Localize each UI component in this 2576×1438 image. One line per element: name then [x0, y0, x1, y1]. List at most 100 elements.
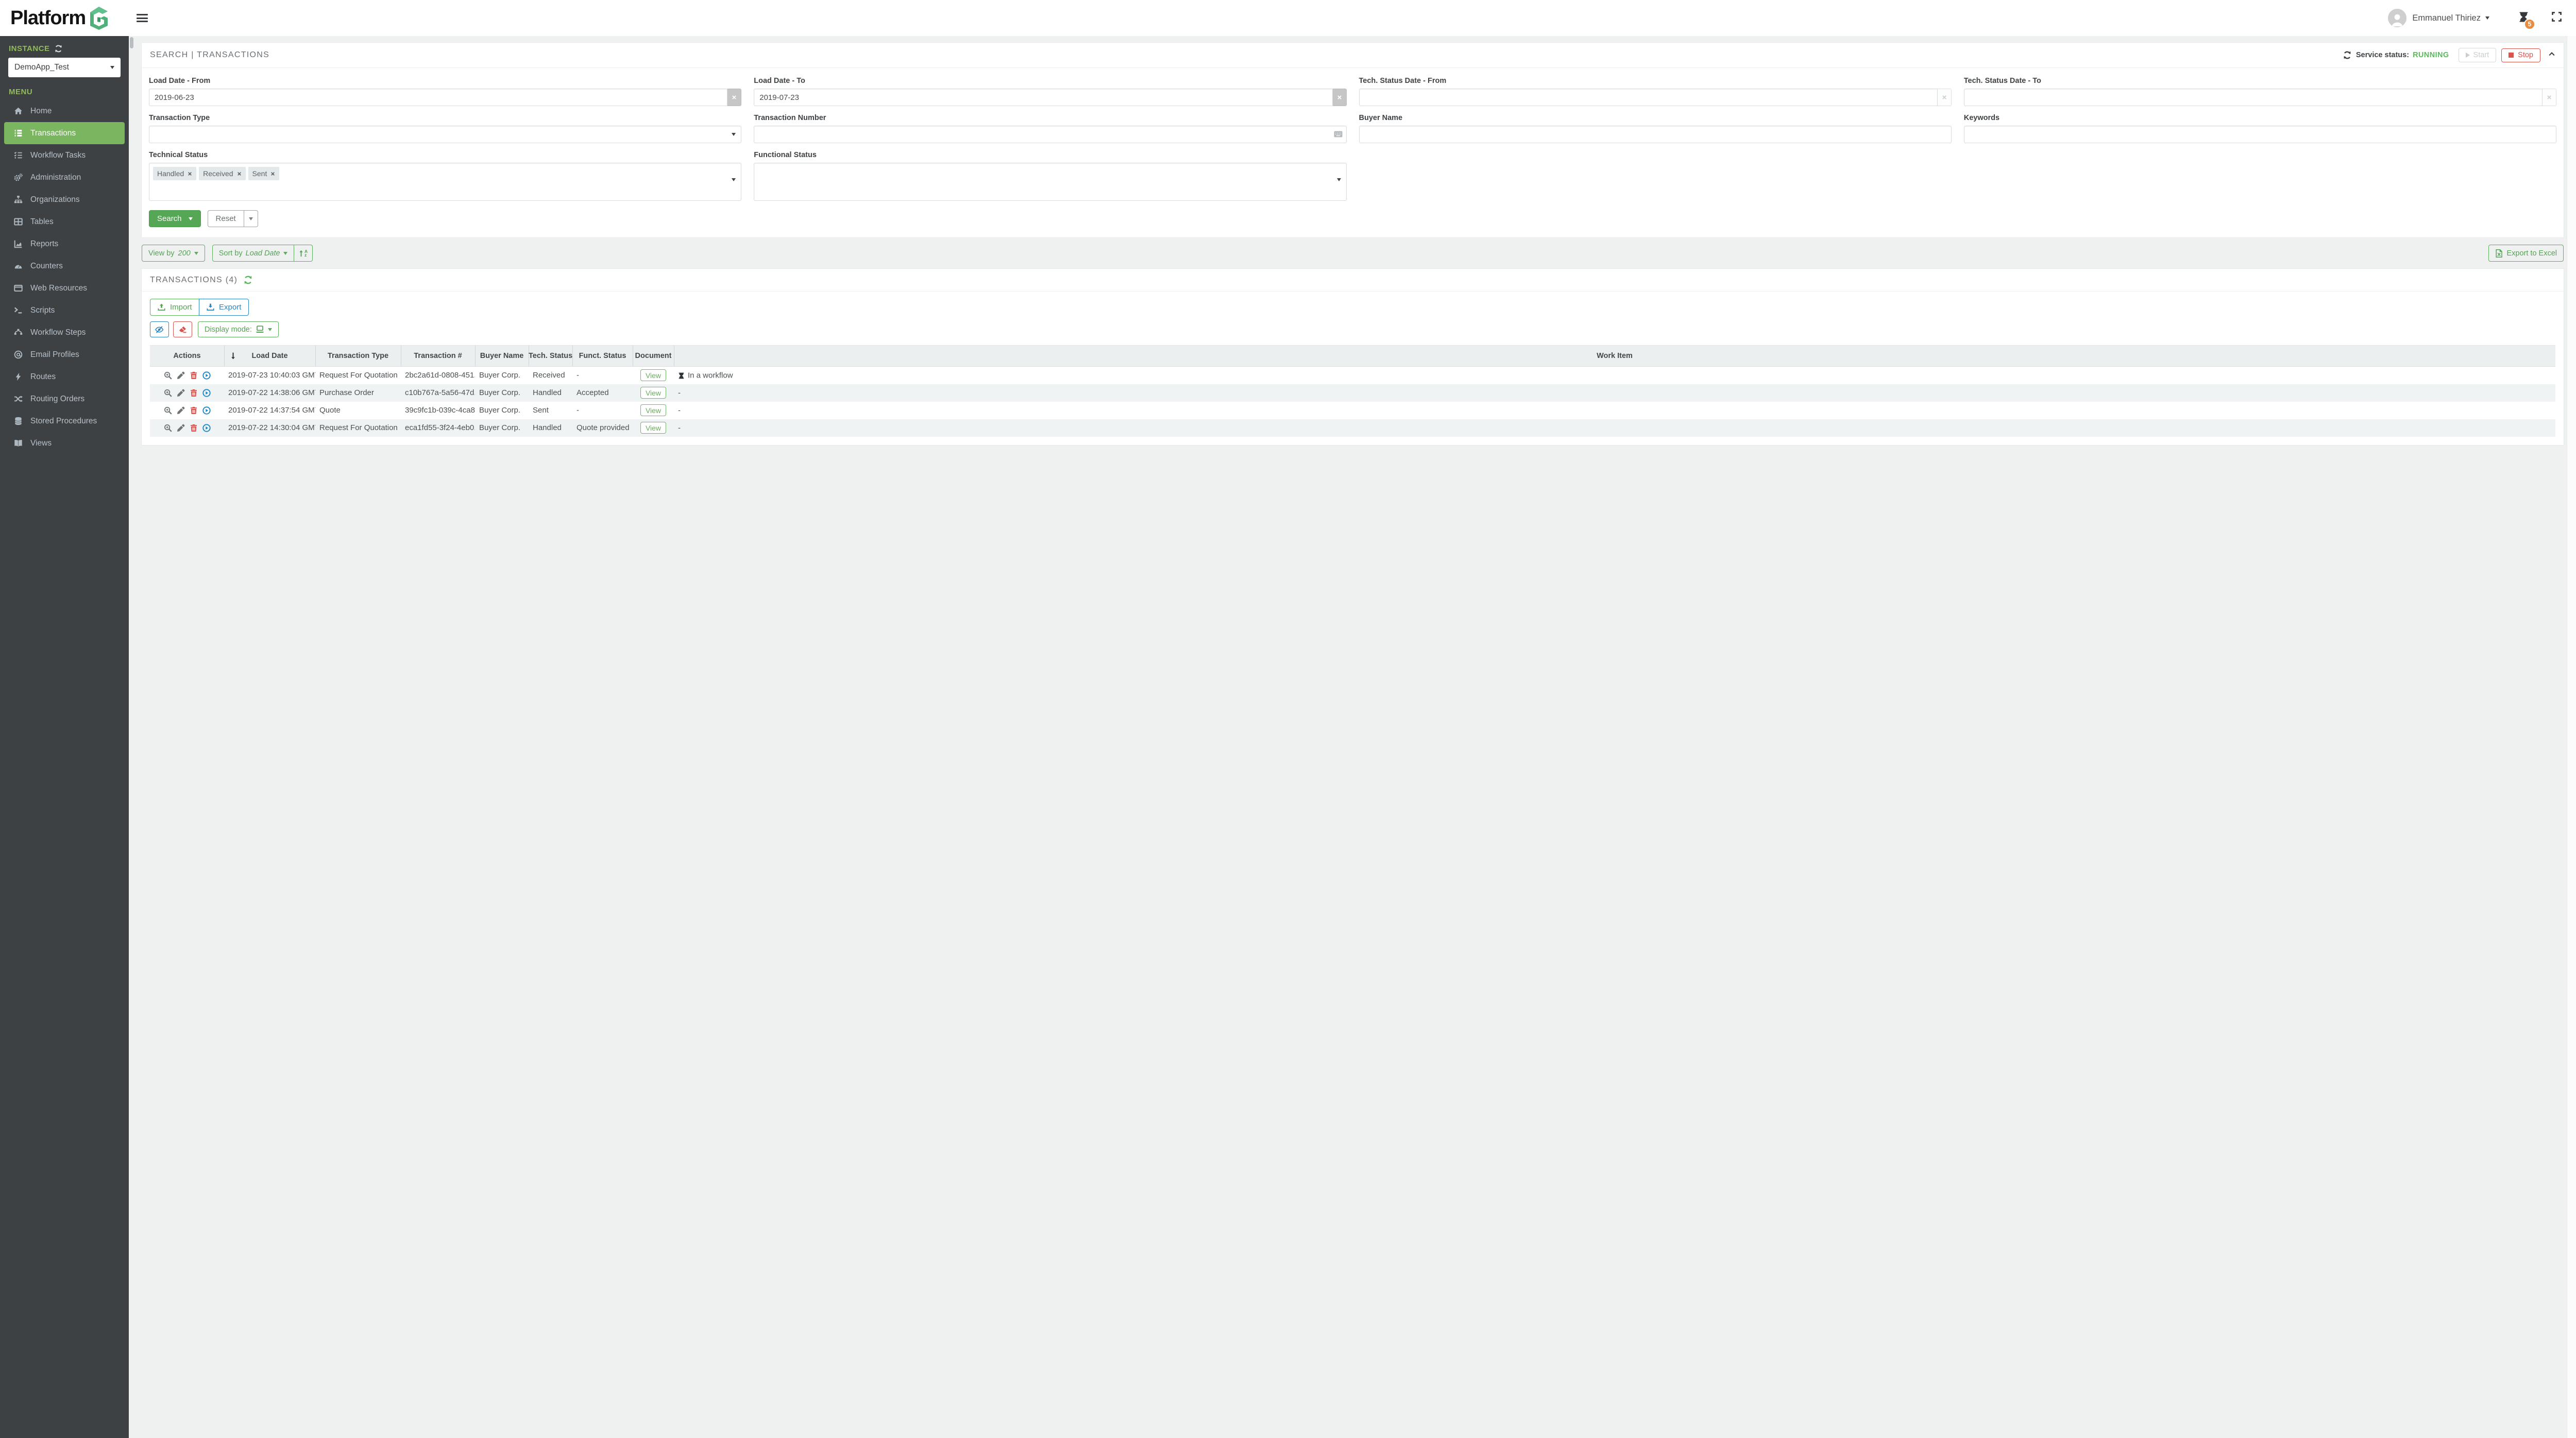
- sidebar-item-administration[interactable]: Administration: [0, 166, 129, 189]
- chevron-down-icon: [188, 217, 193, 220]
- transaction-type-select[interactable]: [149, 126, 742, 143]
- column-header-load-date[interactable]: Load Date: [224, 345, 315, 367]
- import-button[interactable]: Import: [150, 299, 200, 316]
- stop-button[interactable]: Stop: [2501, 48, 2540, 62]
- view-details-icon[interactable]: [164, 406, 172, 415]
- cell-tech-status: Sent: [533, 406, 549, 415]
- edit-icon[interactable]: [177, 406, 185, 415]
- sidebar-item-home[interactable]: Home: [0, 100, 129, 122]
- edit-icon[interactable]: [177, 389, 185, 397]
- column-header-transaction[interactable]: Transaction #: [401, 345, 475, 367]
- refresh-service-status-icon[interactable]: [2343, 51, 2351, 59]
- table-row[interactable]: 2019-07-22 14:38:06 GMT Purchase Order c10…: [150, 384, 2555, 402]
- view-details-icon[interactable]: [164, 389, 172, 397]
- tech-status-date-from-input[interactable]: [1359, 89, 1938, 106]
- fullscreen-button[interactable]: [2552, 12, 2562, 24]
- page-scrollbar-track[interactable]: [2567, 36, 2576, 1438]
- sidebar-item-reports[interactable]: Reports: [0, 233, 129, 255]
- keywords-input[interactable]: [1963, 126, 2556, 143]
- load-date-to-input[interactable]: [754, 89, 1333, 106]
- transaction-number-input[interactable]: [754, 126, 1347, 143]
- clear-load-date-to-button[interactable]: [1332, 89, 1347, 106]
- edit-icon[interactable]: [177, 424, 185, 432]
- remove-tag-icon[interactable]: [270, 172, 275, 176]
- export-button[interactable]: Export: [199, 299, 249, 316]
- view-document-button[interactable]: View: [640, 387, 667, 399]
- replay-icon[interactable]: [202, 389, 211, 397]
- clear-icon: [732, 95, 737, 100]
- delete-icon[interactable]: [190, 371, 198, 380]
- sidebar-item-email-profiles[interactable]: Email Profiles: [0, 344, 129, 366]
- table-row[interactable]: 2019-07-23 10:40:03 GMT Request For Quota…: [150, 367, 2555, 384]
- delete-icon[interactable]: [190, 424, 198, 432]
- sidebar-item-organizations[interactable]: Organizations: [0, 189, 129, 211]
- sidebar-item-scripts[interactable]: Scripts: [0, 299, 129, 321]
- column-header-document[interactable]: Document: [633, 345, 674, 367]
- sidebar-item-transactions[interactable]: Transactions: [4, 122, 125, 144]
- pending-tasks-button[interactable]: 5: [2518, 11, 2535, 30]
- sidebar-item-views[interactable]: Views: [0, 432, 129, 454]
- sidebar-item-web-resources[interactable]: Web Resources: [0, 277, 129, 299]
- column-header-actions[interactable]: Actions: [150, 345, 224, 367]
- tech-status-date-to-input[interactable]: [1963, 89, 2543, 106]
- laptop-icon: [256, 326, 264, 333]
- table-row[interactable]: 2019-07-22 14:37:54 GMT Quote 39c9fc1b-039…: [150, 402, 2555, 419]
- eraser-button[interactable]: [173, 321, 192, 337]
- view-document-button[interactable]: View: [640, 369, 667, 382]
- delete-icon[interactable]: [190, 389, 198, 397]
- clear-icon: [2547, 95, 2552, 100]
- replay-icon[interactable]: [202, 424, 211, 432]
- functional-status-multiselect[interactable]: [754, 163, 1347, 201]
- column-header-transaction-type[interactable]: Transaction Type: [315, 345, 401, 367]
- instance-select[interactable]: DemoApp_Test: [8, 58, 121, 77]
- column-header-buyer-name[interactable]: Buyer Name: [475, 345, 529, 367]
- menu-toggle-button[interactable]: [137, 12, 148, 24]
- delete-icon[interactable]: [190, 406, 198, 415]
- reports-icon: [14, 239, 23, 248]
- view-details-icon[interactable]: [164, 424, 172, 432]
- replay-icon[interactable]: [202, 371, 211, 380]
- sidebar-item-routes[interactable]: Routes: [0, 366, 129, 388]
- replay-icon[interactable]: [202, 406, 211, 415]
- clear-load-date-from-button[interactable]: [727, 89, 742, 106]
- topbar-right: Emmanuel Thiriez 5: [2388, 9, 2562, 30]
- reset-button[interactable]: Reset: [207, 210, 258, 227]
- buyer-name-input[interactable]: [1359, 126, 1952, 143]
- sidebar-item-routing-orders[interactable]: Routing Orders: [0, 388, 129, 410]
- edit-icon[interactable]: [177, 371, 185, 380]
- load-date-from-input[interactable]: [149, 89, 728, 106]
- column-header-work-item[interactable]: Work Item: [674, 345, 2555, 367]
- display-mode-button[interactable]: Display mode:: [198, 321, 279, 337]
- refresh-transactions-icon[interactable]: [244, 276, 252, 284]
- column-header-tech-status[interactable]: Tech. Status: [529, 345, 572, 367]
- sidebar-scrollbar-thumb[interactable]: [130, 37, 133, 48]
- hide-columns-button[interactable]: [150, 321, 169, 337]
- sidebar-item-counters[interactable]: Counters: [0, 255, 129, 277]
- clear-tech-status-date-from-button[interactable]: [1937, 89, 1952, 106]
- view-document-button[interactable]: View: [640, 404, 667, 416]
- view-document-button[interactable]: View: [640, 422, 667, 434]
- collapse-panel-button[interactable]: [2548, 50, 2555, 60]
- remove-tag-icon[interactable]: [188, 172, 192, 176]
- sort-direction-button[interactable]: Az: [293, 245, 312, 261]
- technical-status-multiselect[interactable]: Handled Received Sent: [149, 163, 742, 201]
- sidebar-item-tables[interactable]: Tables: [0, 211, 129, 233]
- refresh-instance-icon[interactable]: [55, 45, 62, 53]
- start-button[interactable]: Start: [2458, 48, 2497, 62]
- sidebar-item-stored-procedures[interactable]: Stored Procedures: [0, 410, 129, 432]
- sidebar-item-workflow-tasks[interactable]: Workflow Tasks: [0, 144, 129, 166]
- column-header-funct-status[interactable]: Funct. Status: [572, 345, 633, 367]
- export-to-excel-button[interactable]: Export to Excel: [2488, 245, 2564, 262]
- search-button[interactable]: Search: [149, 210, 201, 227]
- clear-tech-status-date-to-button[interactable]: [2543, 89, 2556, 106]
- reset-dropdown-toggle[interactable]: [243, 211, 258, 227]
- view-by-button[interactable]: View by 200: [142, 245, 205, 262]
- table-row[interactable]: 2019-07-22 14:30:04 GMT Request For Quota…: [150, 419, 2555, 437]
- user-menu[interactable]: Emmanuel Thiriez: [2388, 9, 2489, 27]
- remove-tag-icon[interactable]: [237, 172, 242, 176]
- sidebar-item-workflow-steps[interactable]: Workflow Steps: [0, 321, 129, 344]
- filter-technical-status: Technical Status Handled Received Sent: [149, 151, 742, 201]
- sort-by-button[interactable]: Sort by Load Date: [213, 245, 294, 261]
- instance-selected-value: DemoApp_Test: [14, 63, 69, 72]
- view-details-icon[interactable]: [164, 371, 172, 380]
